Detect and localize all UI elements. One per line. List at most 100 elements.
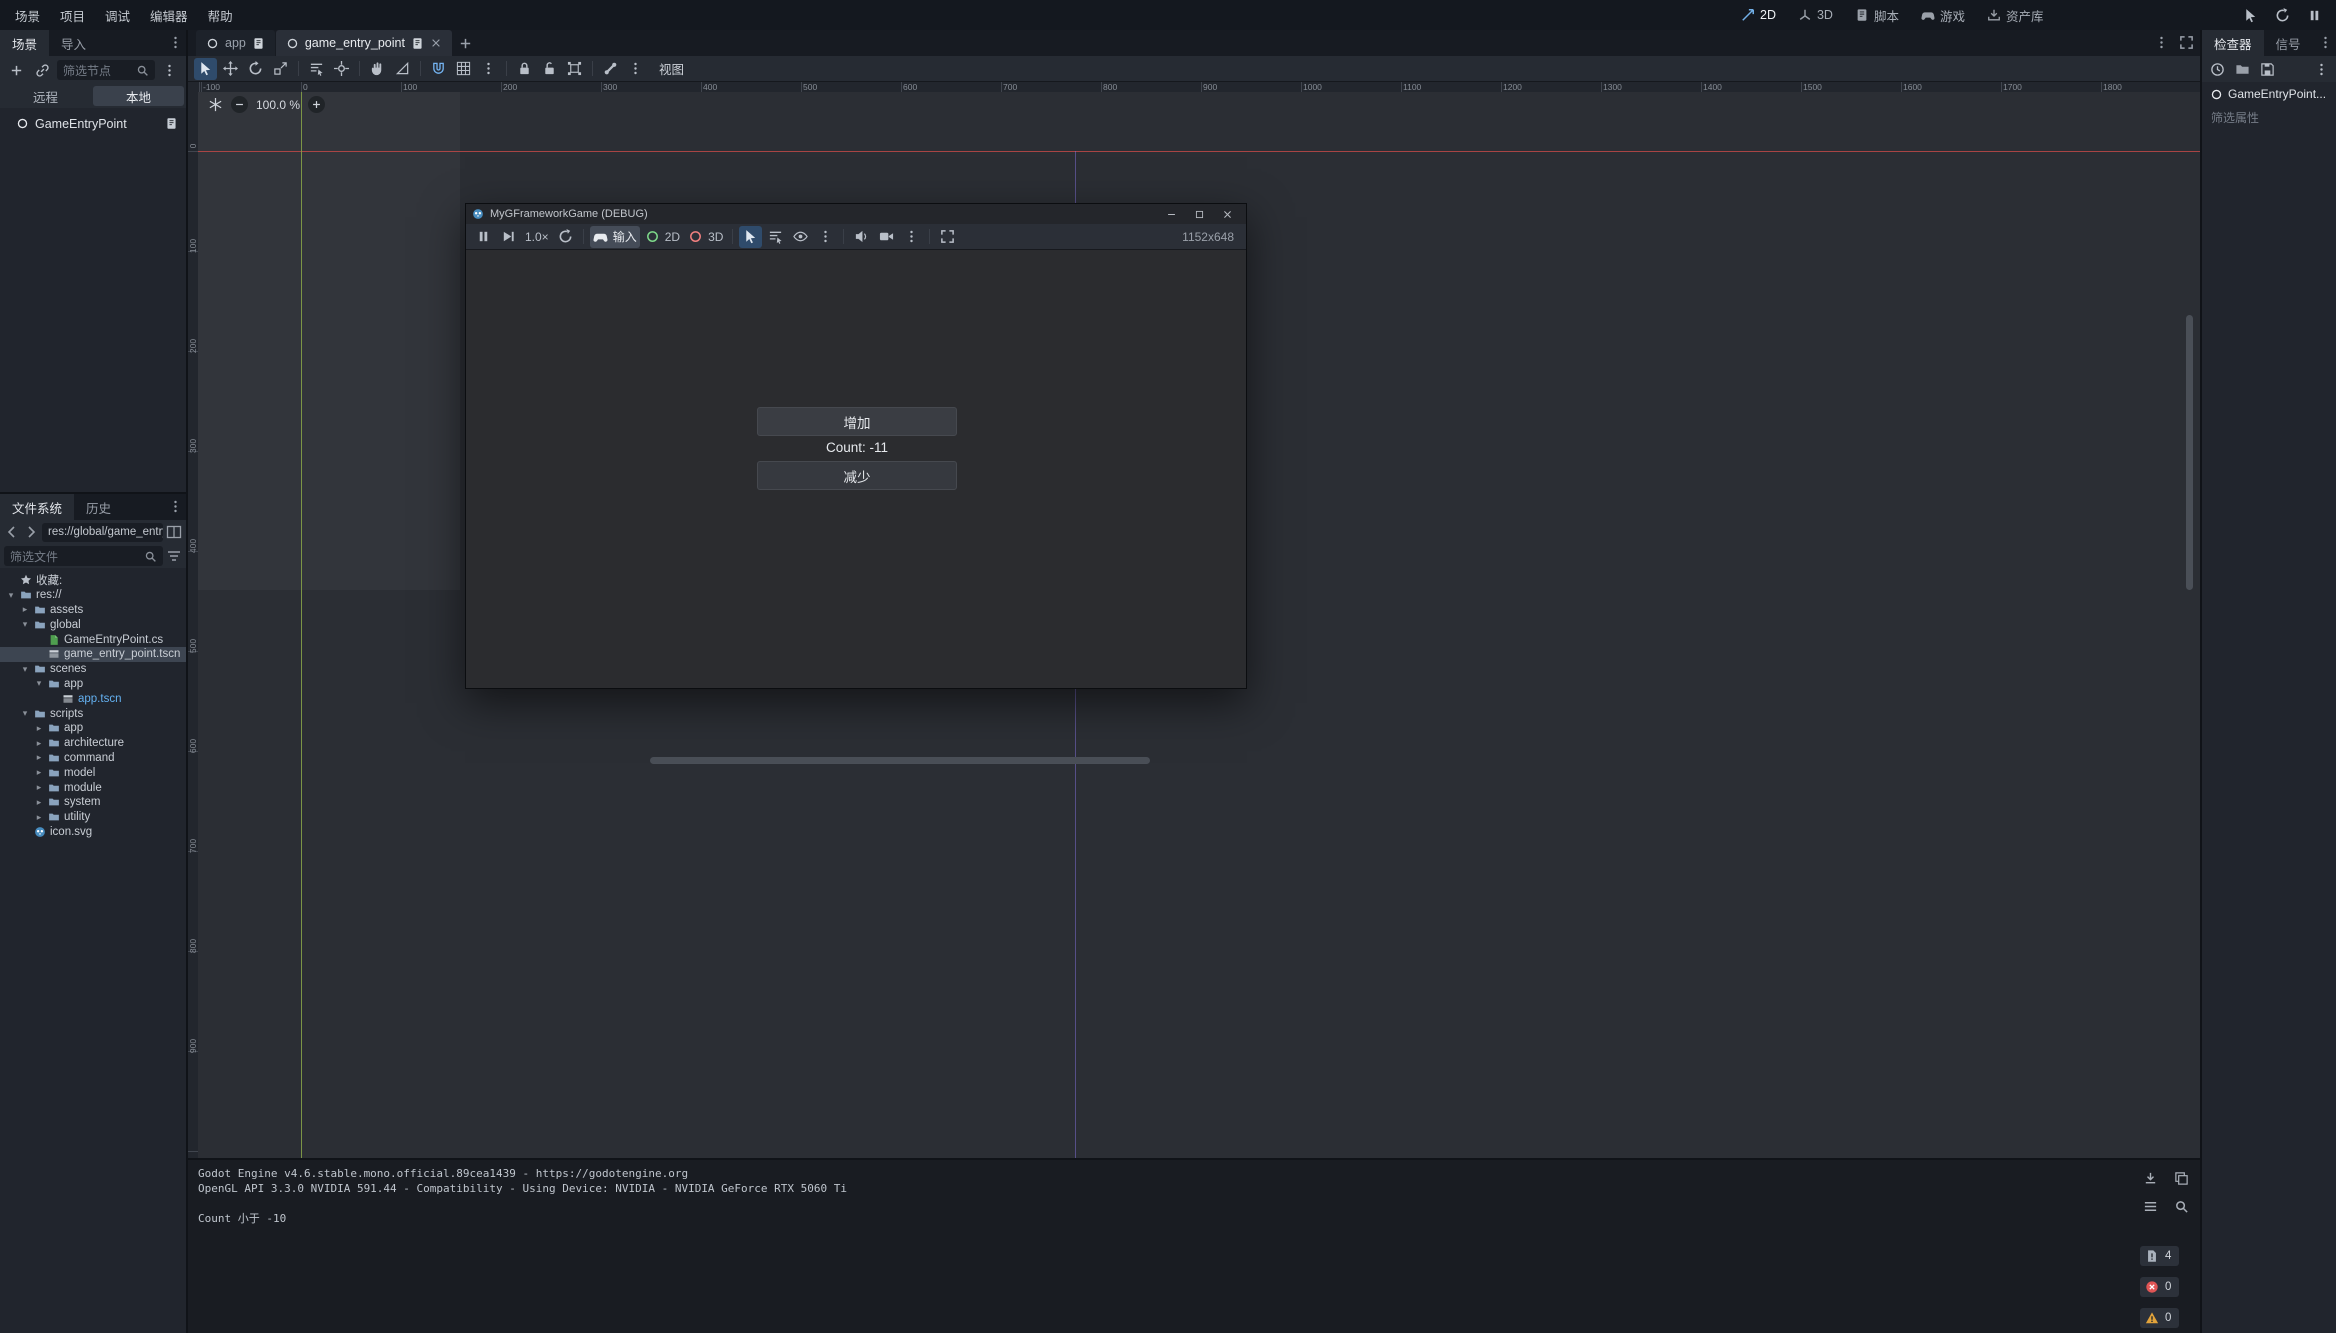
select-mode[interactable] — [194, 58, 217, 80]
scene-tree-menu-button[interactable] — [158, 59, 181, 81]
mode-2d-radio[interactable]: 2D — [642, 226, 683, 248]
skeleton-menu[interactable] — [624, 58, 647, 80]
tree-arrow[interactable]: ▸ — [20, 604, 30, 615]
new-tab-button[interactable] — [453, 30, 479, 56]
tree-arrow[interactable]: ▸ — [34, 752, 44, 763]
lock-selected-button[interactable] — [513, 58, 536, 80]
search-log-button[interactable] — [2171, 1196, 2192, 1216]
runtime-select-tool[interactable] — [739, 226, 762, 248]
tab-close-icon[interactable] — [430, 37, 442, 49]
center-view-icon[interactable] — [208, 97, 223, 112]
instantiate-scene-button[interactable] — [31, 59, 54, 81]
tree-arrow[interactable]: ▸ — [34, 812, 44, 823]
inspector-menu-button[interactable] — [2310, 58, 2333, 80]
menu-4[interactable]: 帮助 — [199, 2, 242, 29]
game-viewport[interactable]: 增加 Count: -11 减少 — [466, 251, 1246, 688]
workspace-资产库[interactable]: 资产库 — [1980, 3, 2051, 28]
scene-tree-node-gameentrypoint[interactable]: GameEntryPoint — [0, 112, 186, 135]
scene-dock-tab-0[interactable]: 场景 — [0, 30, 49, 56]
maximize-button[interactable] — [1186, 206, 1212, 223]
filter-files-field[interactable]: 筛选文件 — [4, 546, 163, 566]
fs-item-architecture[interactable]: ▸architecture — [0, 736, 186, 751]
scene-dock-tab-1[interactable]: 导入 — [49, 30, 98, 56]
filter-nodes-field[interactable]: 筛选节点 — [57, 60, 155, 80]
remote-button[interactable]: 远程 — [0, 84, 91, 108]
fs-item-scripts[interactable]: ▾scripts — [0, 706, 186, 721]
mute-audio-button[interactable] — [850, 226, 873, 248]
zoom-out-button[interactable] — [231, 96, 248, 113]
filesystem-dock-menu-icon[interactable] — [168, 499, 183, 514]
menu-3[interactable]: 编辑器 — [141, 2, 197, 29]
inspector-tab-1[interactable]: 信号 — [2264, 30, 2313, 56]
errors-badge[interactable]: 0 — [2140, 1277, 2179, 1297]
tree-arrow[interactable]: ▾ — [6, 590, 16, 601]
skeleton-options-button[interactable] — [599, 58, 622, 80]
history-button[interactable] — [2206, 58, 2229, 80]
inspector-tab-0[interactable]: 检查器 — [2202, 30, 2264, 56]
workspace-2D[interactable]: 2D — [1734, 5, 1783, 25]
camera-override-button[interactable] — [875, 226, 898, 248]
fs-item-scenes[interactable]: ▾scenes — [0, 662, 186, 677]
fs-item-app[interactable]: ▸app — [0, 721, 186, 736]
current-path-field[interactable]: res://global/game_entry_p — [42, 523, 163, 542]
tree-arrow[interactable]: ▾ — [34, 678, 44, 689]
rotate-mode[interactable] — [244, 58, 267, 80]
snap-options-menu[interactable] — [477, 58, 500, 80]
unlock-selected-button[interactable] — [538, 58, 561, 80]
scene-tab-app[interactable]: app — [196, 30, 275, 56]
workspace-游戏[interactable]: 游戏 — [1914, 3, 1972, 28]
local-button[interactable]: 本地 — [93, 86, 184, 106]
fs-item-assets[interactable]: ▸assets — [0, 603, 186, 618]
suspend-button[interactable] — [472, 226, 495, 248]
distraction-free-icon[interactable] — [2179, 35, 2194, 50]
vertical-scrollbar[interactable] — [2186, 315, 2193, 590]
fs-item-model[interactable]: ▸model — [0, 765, 186, 780]
fs-item-command[interactable]: ▸command — [0, 751, 186, 766]
ruler-mode[interactable] — [391, 58, 414, 80]
collapse-log-button[interactable] — [2140, 1196, 2161, 1216]
fs-item-module[interactable]: ▸module — [0, 780, 186, 795]
fs-item-GameEntryPoint.cs[interactable]: GameEntryPoint.cs — [0, 632, 186, 647]
menu-1[interactable]: 项目 — [51, 2, 94, 29]
fs-item-app[interactable]: ▾app — [0, 677, 186, 692]
view-menu-button[interactable]: 视图 — [649, 59, 694, 78]
scene-dock-menu-icon[interactable] — [168, 35, 183, 50]
split-view-icon[interactable] — [166, 524, 182, 540]
increase-button[interactable]: 增加 — [757, 407, 957, 436]
time-scale-label[interactable]: 1.0× — [522, 226, 552, 248]
tree-arrow[interactable]: ▸ — [34, 738, 44, 749]
grid-snap-toggle[interactable] — [452, 58, 475, 80]
menu-0[interactable]: 场景 — [6, 2, 49, 29]
restart-game-button[interactable] — [2271, 4, 2294, 26]
tree-arrow[interactable]: ▾ — [20, 664, 30, 675]
fs-item-game_entry_point.tscn[interactable]: game_entry_point.tscn — [0, 647, 186, 662]
inspector-dock-menu-icon[interactable] — [2318, 35, 2333, 50]
pause-game-button[interactable] — [2303, 4, 2326, 26]
inspected-node-row[interactable]: GameEntryPoint... — [2202, 82, 2336, 106]
open-script-icon[interactable] — [165, 117, 178, 130]
decrease-button[interactable]: 减少 — [757, 461, 957, 490]
move-mode[interactable] — [219, 58, 242, 80]
scale-mode[interactable] — [269, 58, 292, 80]
next-frame-button[interactable] — [497, 226, 520, 248]
zoom-in-button[interactable] — [308, 96, 325, 113]
game-window-titlebar[interactable]: MyGFrameworkGame (DEBUG) — [466, 204, 1246, 224]
tree-arrow[interactable]: ▸ — [34, 782, 44, 793]
smart-snap-toggle[interactable] — [427, 58, 450, 80]
fs-item-res[interactable]: ▾res:// — [0, 588, 186, 603]
visibility-button[interactable] — [789, 226, 812, 248]
log-messages-badge[interactable]: 4 — [2140, 1246, 2179, 1266]
add-node-button[interactable] — [5, 59, 28, 81]
running-game-window[interactable]: MyGFrameworkGame (DEBUG) 1152x648 1.0×输入… — [465, 203, 1247, 689]
show-selection-list[interactable] — [305, 58, 328, 80]
tree-arrow[interactable]: ▸ — [34, 797, 44, 808]
reset-time-scale-button[interactable] — [554, 226, 577, 248]
fs-item-icon.svg[interactable]: icon.svg — [0, 825, 186, 840]
embed-fullscreen-button[interactable] — [936, 226, 959, 248]
load-resource-button[interactable] — [2231, 58, 2254, 80]
menu-2[interactable]: 调试 — [96, 2, 139, 29]
camera-options-menu[interactable] — [900, 226, 923, 248]
close-button[interactable] — [1214, 206, 1240, 223]
tree-arrow[interactable]: ▾ — [20, 619, 30, 630]
tree-arrow[interactable]: ▸ — [34, 723, 44, 734]
